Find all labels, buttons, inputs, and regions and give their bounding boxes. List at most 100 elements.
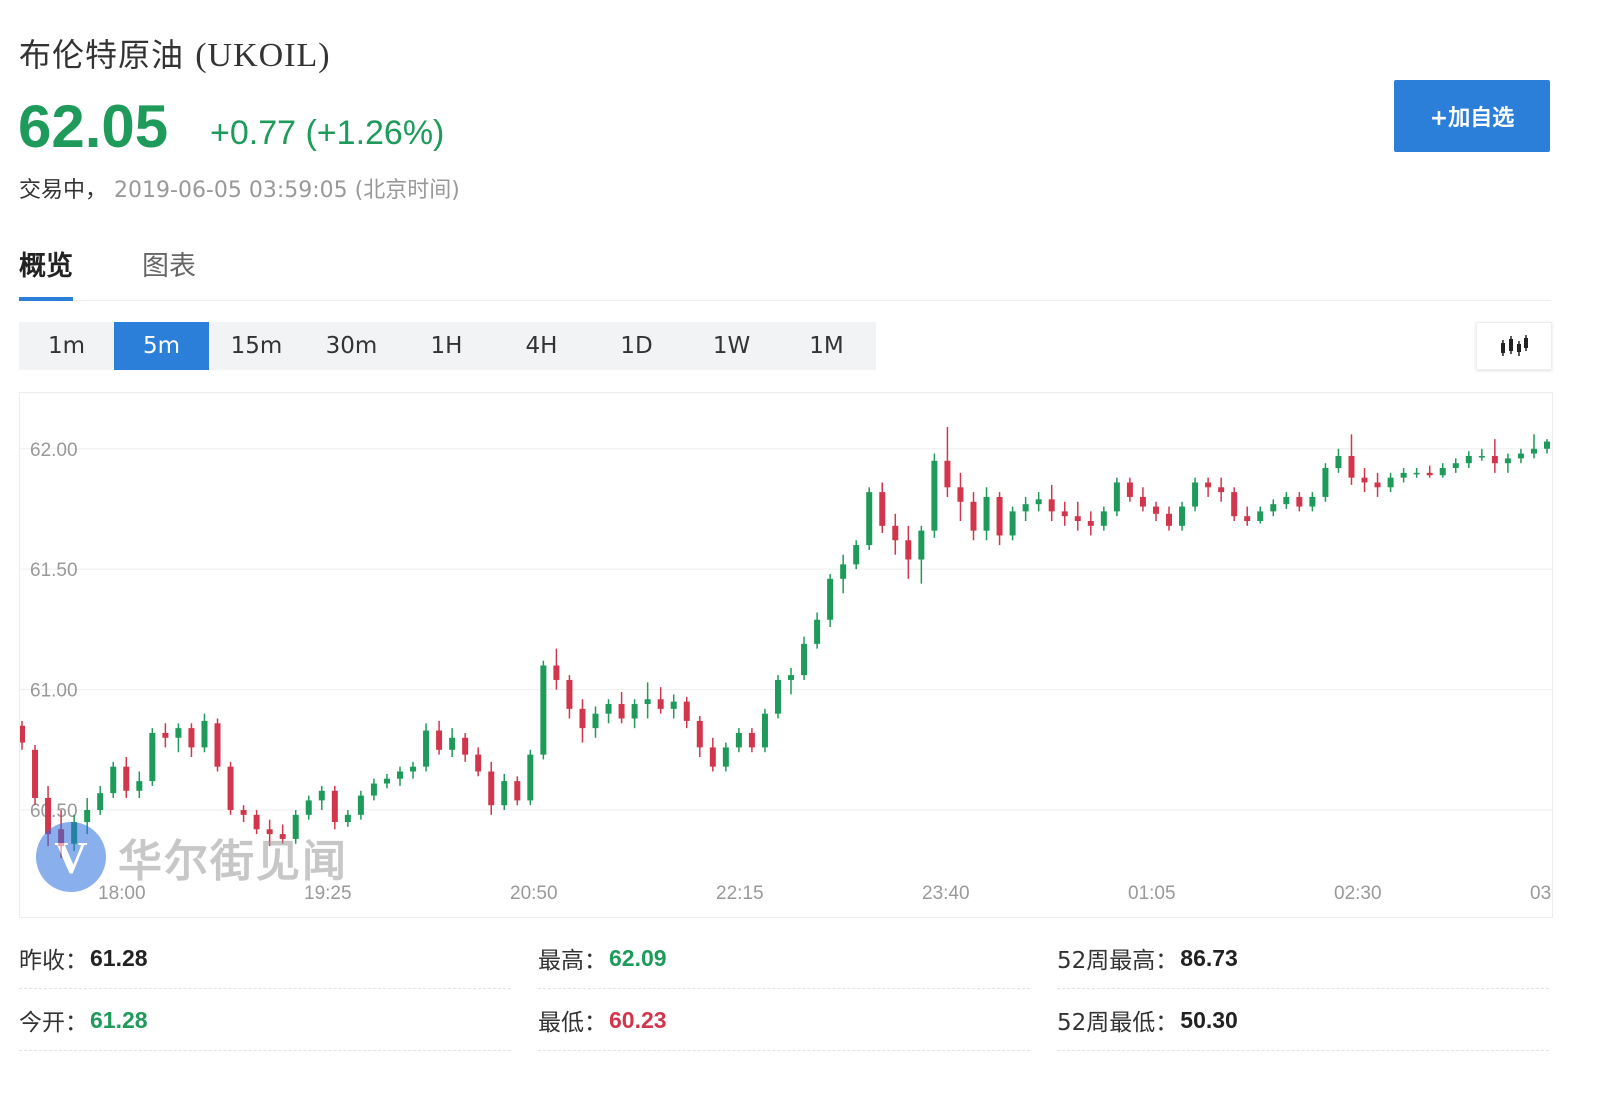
period-1w[interactable]: 1W bbox=[684, 322, 779, 370]
candle-body bbox=[1335, 455, 1342, 469]
candle-body bbox=[475, 754, 482, 772]
candle-body bbox=[266, 829, 273, 835]
candle-body bbox=[214, 723, 221, 767]
candle-toggle-button[interactable] bbox=[1476, 322, 1552, 370]
instrument-code: (UKOIL) bbox=[195, 37, 331, 74]
candle-body bbox=[1139, 496, 1146, 507]
candle-body bbox=[905, 540, 912, 560]
price-change: +0.77 (+1.26%) bbox=[210, 114, 445, 152]
x-tick-label: 02:30 bbox=[1334, 883, 1382, 904]
candle-body bbox=[1166, 513, 1173, 526]
stat-high: 最高： 62.09 bbox=[538, 928, 1030, 989]
candle-body bbox=[1400, 472, 1407, 478]
stat-label: 最低： bbox=[538, 1010, 607, 1036]
y-tick-label: 62.00 bbox=[30, 440, 78, 461]
candle-body bbox=[788, 675, 795, 680]
status-timestamp: 2019-06-05 03:59:05 bbox=[114, 178, 348, 203]
candle-body bbox=[149, 732, 156, 782]
instrument-title: 布伦特原油 (UKOIL) bbox=[19, 30, 331, 76]
candle-body bbox=[774, 679, 781, 714]
candle-body bbox=[1322, 468, 1329, 497]
candle-body bbox=[1530, 448, 1537, 454]
candle-body bbox=[1361, 477, 1368, 483]
stat-value: 61.28 bbox=[90, 944, 148, 971]
candle-body bbox=[761, 713, 768, 748]
candle-body bbox=[136, 781, 143, 791]
stat-52w-high: 52周最高： 86.73 bbox=[1057, 928, 1549, 989]
candle-body bbox=[527, 754, 534, 801]
candle-body bbox=[879, 492, 886, 526]
candle-body bbox=[318, 790, 325, 801]
tab-overview[interactable]: 概览 bbox=[19, 244, 73, 301]
candle-body bbox=[32, 749, 39, 798]
tab-bar: 概览 图表 bbox=[19, 244, 1551, 301]
candle-body bbox=[892, 525, 899, 541]
candle-body bbox=[944, 460, 951, 488]
candle-body bbox=[1192, 482, 1199, 507]
candle-body bbox=[1439, 468, 1446, 476]
x-tick-label: 22:15 bbox=[716, 883, 764, 904]
period-5m[interactable]: 5m bbox=[114, 322, 209, 370]
candle-body bbox=[1218, 487, 1225, 493]
candle-body bbox=[683, 701, 690, 721]
candle-body bbox=[540, 665, 547, 755]
stat-value: 61.28 bbox=[90, 1006, 148, 1033]
candle-body bbox=[918, 530, 925, 560]
candle-body bbox=[344, 814, 351, 823]
candle-body bbox=[488, 771, 495, 806]
candle-body bbox=[1478, 455, 1485, 458]
price-chart[interactable]: 62.00 61.50 61.00 60.50 18:00 19:25 20:50 22:15… bbox=[19, 392, 1567, 918]
candle-body bbox=[853, 545, 860, 565]
candle-body bbox=[1309, 496, 1316, 507]
x-tick-label: 23:40 bbox=[922, 883, 970, 904]
x-tick-label: 01:05 bbox=[1128, 883, 1176, 904]
candle-body bbox=[566, 679, 573, 709]
candle-body bbox=[305, 800, 312, 815]
candle-body bbox=[188, 728, 195, 748]
candle-body bbox=[996, 496, 1003, 536]
candle-body bbox=[1179, 506, 1186, 526]
stat-low: 最低： 60.23 bbox=[538, 990, 1030, 1051]
trading-status: 交易中， 2019-06-05 03:59:05 (北京时间) bbox=[19, 172, 460, 204]
candle-body bbox=[410, 766, 417, 772]
stat-value: 50.30 bbox=[1180, 1006, 1238, 1033]
candle-body bbox=[1113, 482, 1120, 512]
period-30m[interactable]: 30m bbox=[304, 322, 399, 370]
candle-body bbox=[618, 704, 625, 719]
stat-52w-low: 52周最低： 50.30 bbox=[1057, 990, 1549, 1051]
candle-body bbox=[1465, 455, 1472, 464]
period-4h[interactable]: 4H bbox=[494, 322, 589, 370]
candle-body bbox=[1387, 477, 1394, 488]
add-watchlist-button[interactable]: +加自选 bbox=[1394, 80, 1550, 152]
candle-body bbox=[1283, 496, 1290, 505]
candle-body bbox=[1205, 482, 1212, 488]
candle-body bbox=[292, 814, 299, 839]
candle-body bbox=[1517, 453, 1524, 459]
period-15m[interactable]: 15m bbox=[209, 322, 304, 370]
period-1m[interactable]: 1m bbox=[19, 322, 114, 370]
candle-body bbox=[735, 732, 742, 748]
period-1h[interactable]: 1H bbox=[399, 322, 494, 370]
candle-body bbox=[696, 720, 703, 748]
stat-value: 62.09 bbox=[609, 944, 667, 971]
stat-label: 52周最低： bbox=[1057, 1010, 1179, 1036]
candle-body bbox=[1048, 499, 1055, 512]
x-tick-label: 20:50 bbox=[510, 883, 558, 904]
candle-body bbox=[1257, 511, 1264, 522]
candle-body bbox=[436, 730, 443, 750]
candle-body bbox=[1426, 472, 1433, 476]
candle-body bbox=[592, 713, 599, 729]
candle-body bbox=[253, 814, 260, 830]
current-price: 62.05 bbox=[18, 93, 169, 160]
candle-body bbox=[1074, 516, 1081, 522]
period-1mo[interactable]: 1M bbox=[779, 322, 874, 370]
candle-body bbox=[396, 771, 403, 779]
candle-body bbox=[1009, 511, 1016, 536]
period-1d[interactable]: 1D bbox=[589, 322, 684, 370]
stat-value: 86.73 bbox=[1180, 944, 1238, 971]
candle-body bbox=[240, 810, 247, 815]
candle-body bbox=[1348, 455, 1355, 478]
tab-chart[interactable]: 图表 bbox=[142, 244, 196, 297]
instrument-name: 布伦特原油 bbox=[19, 36, 185, 74]
candle-body bbox=[605, 704, 612, 714]
